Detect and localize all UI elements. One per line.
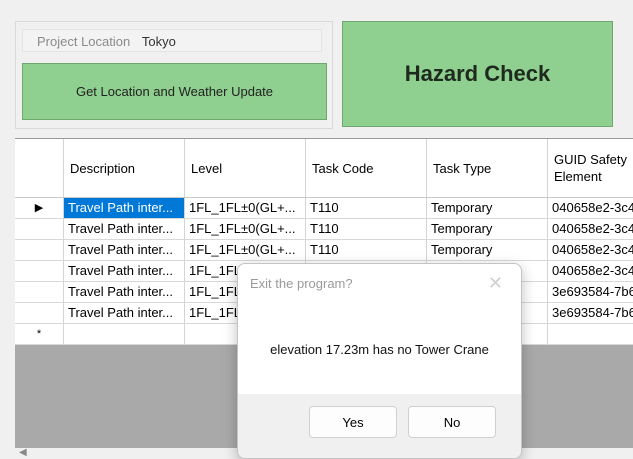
new-row-marker-icon: * bbox=[15, 324, 64, 344]
column-header-task-type[interactable]: Task Type bbox=[427, 139, 548, 197]
table-cell[interactable]: 040658e2-3c4 bbox=[548, 240, 633, 260]
table-cell[interactable]: Temporary bbox=[427, 219, 548, 239]
project-location-value: Tokyo bbox=[141, 34, 176, 49]
table-cell[interactable]: Travel Path inter... bbox=[64, 303, 185, 323]
row-header[interactable] bbox=[15, 261, 64, 281]
dialog-footer: Yes No bbox=[238, 394, 521, 458]
row-header[interactable] bbox=[15, 282, 64, 302]
yes-button[interactable]: Yes bbox=[309, 406, 397, 438]
column-header-guid-safety-element[interactable]: GUID Safety Element bbox=[548, 139, 633, 197]
no-button[interactable]: No bbox=[408, 406, 496, 438]
table-cell[interactable]: 040658e2-3c4 bbox=[548, 261, 633, 281]
table-cell[interactable]: 040658e2-3c4 bbox=[548, 219, 633, 239]
table-cell[interactable]: Travel Path inter... bbox=[64, 261, 185, 281]
top-panel: Project Location Tokyo Get Location and … bbox=[0, 0, 633, 132]
table-cell[interactable]: 3e693584-7b6 bbox=[548, 303, 633, 323]
dialog-title: Exit the program? bbox=[250, 276, 353, 291]
table-cell[interactable]: T110 bbox=[306, 198, 427, 218]
dialog-message: elevation 17.23m has no Tower Crane bbox=[270, 342, 489, 357]
table-cell[interactable]: Travel Path inter... bbox=[64, 282, 185, 302]
project-location-field[interactable]: Project Location Tokyo bbox=[22, 29, 322, 52]
table-cell[interactable]: 1FL_1FL±0(GL+... bbox=[185, 219, 306, 239]
get-location-weather-button[interactable]: Get Location and Weather Update bbox=[22, 63, 327, 120]
table-cell[interactable]: 3e693584-7b6 bbox=[548, 282, 633, 302]
scroll-left-icon[interactable]: ◀ bbox=[19, 447, 27, 458]
table-cell[interactable] bbox=[548, 324, 633, 344]
table-row[interactable]: ▶ Travel Path inter... 1FL_1FL±0(GL+... … bbox=[15, 198, 633, 219]
table-cell[interactable]: 1FL_1FL±0(GL+... bbox=[185, 240, 306, 260]
table-row[interactable]: Travel Path inter... 1FL_1FL±0(GL+... T1… bbox=[15, 219, 633, 240]
close-icon[interactable]: ✕ bbox=[488, 273, 503, 294]
table-row[interactable]: Travel Path inter... 1FL_1FL±0(GL+... T1… bbox=[15, 240, 633, 261]
row-header-corner bbox=[15, 139, 64, 197]
table-cell[interactable]: Temporary bbox=[427, 240, 548, 260]
table-cell[interactable]: Temporary bbox=[427, 198, 548, 218]
row-header[interactable] bbox=[15, 219, 64, 239]
row-header[interactable] bbox=[15, 303, 64, 323]
grid-header: Description Level Task Code Task Type GU… bbox=[15, 139, 633, 198]
table-cell[interactable]: 040658e2-3c4 bbox=[548, 198, 633, 218]
table-cell[interactable]: Travel Path inter... bbox=[64, 240, 185, 260]
column-header-task-code[interactable]: Task Code bbox=[306, 139, 427, 197]
table-cell[interactable]: Travel Path inter... bbox=[64, 198, 185, 218]
row-header[interactable] bbox=[15, 240, 64, 260]
exit-dialog: Exit the program? ✕ elevation 17.23m has… bbox=[237, 263, 522, 459]
column-header-description[interactable]: Description bbox=[64, 139, 185, 197]
hazard-check-button[interactable]: Hazard Check bbox=[342, 21, 613, 127]
column-header-level[interactable]: Level bbox=[185, 139, 306, 197]
table-cell[interactable]: Travel Path inter... bbox=[64, 219, 185, 239]
table-cell[interactable] bbox=[64, 324, 185, 344]
table-cell[interactable]: T110 bbox=[306, 219, 427, 239]
table-cell[interactable]: T110 bbox=[306, 240, 427, 260]
table-cell[interactable]: 1FL_1FL±0(GL+... bbox=[185, 198, 306, 218]
project-location-label: Project Location bbox=[37, 34, 131, 49]
current-row-marker-icon: ▶ bbox=[15, 198, 64, 218]
